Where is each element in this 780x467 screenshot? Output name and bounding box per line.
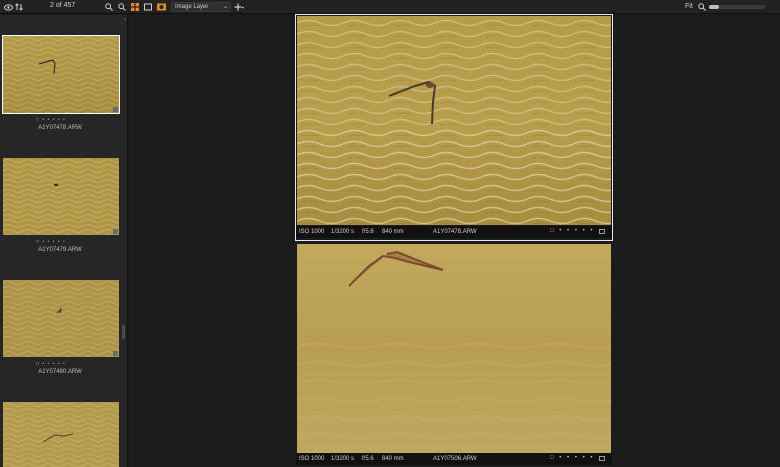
thumbnail-item[interactable]: □ • • • • • A1Y07480.ARW (0, 259, 122, 381)
thumbnail-image[interactable] (3, 158, 119, 235)
zoom-slider-fill (709, 5, 720, 9)
zoom-fit-label[interactable]: Fit (685, 3, 693, 10)
thumbnail-image[interactable] (2, 35, 120, 114)
overlay-grid-icon[interactable] (599, 229, 605, 234)
iso-value: ISO 1000 (299, 229, 325, 235)
viewer-image[interactable] (297, 244, 611, 453)
overlay-grid-icon[interactable] (599, 456, 605, 461)
image-viewer: ISO 1000 1/3200 s f/5.6 840 mm A1Y07478.… (129, 14, 780, 467)
add-layer-icon[interactable] (234, 2, 244, 12)
zoom-icon[interactable] (697, 2, 707, 12)
focal-length-value: 840 mm (382, 229, 404, 235)
layer-select[interactable]: Image Layer ⌄ (171, 2, 231, 12)
thumbnail-image[interactable] (3, 402, 119, 467)
zoom-slider[interactable] (709, 5, 765, 9)
thumbnail-item[interactable]: □ • • • • • A1Y07479.ARW (0, 137, 122, 259)
magnifier-icon[interactable] (104, 2, 114, 12)
image-info-bar: ISO 1000 1/3200 s f/5.6 840 mm A1Y07478.… (296, 226, 612, 238)
image-info-bar: ISO 1000 1/3200 s f/5.6 840 mm A1Y07506.… (296, 453, 612, 465)
grid-view-icon[interactable] (130, 2, 140, 12)
thumbnail-rating[interactable]: □ • • • • • (36, 117, 66, 123)
thumb-badge (113, 107, 118, 112)
shutter-value: 1/3200 s (331, 456, 355, 462)
thumbnail-rating[interactable]: □ • • • • • (36, 239, 66, 245)
sidebar-scrollbar[interactable] (122, 325, 125, 339)
top-toolbar: 2 of 457 Image Layer ⌄ Fit (0, 0, 780, 14)
thumbnail-item[interactable] (0, 381, 122, 467)
filename: A1Y07506.ARW (433, 456, 477, 462)
shutter-value: 1/3200 s (331, 229, 355, 235)
browser-sidebar: ◦ □ • • • • • A1Y07478.ARW □ • • • • • A… (0, 15, 128, 467)
thumb-badge (113, 229, 118, 234)
compare-view-icon[interactable] (156, 2, 166, 12)
focal-length-value: 840 mm (382, 456, 404, 462)
iso-value: ISO 1000 (299, 456, 325, 462)
layer-select-value: Image Layer (175, 4, 209, 10)
aperture-value: f/5.6 (362, 229, 374, 235)
viewer-pane-primary[interactable]: ISO 1000 1/3200 s f/5.6 840 mm A1Y07478.… (295, 14, 613, 241)
chevron-down-icon: ⌄ (222, 4, 228, 10)
thumb-badge (113, 351, 118, 356)
thumbnail-filename: A1Y07479.ARW (38, 247, 82, 253)
thumbnail-rating[interactable]: □ • • • • • (36, 361, 66, 367)
aperture-value: f/5.6 (362, 456, 374, 462)
eye-icon[interactable] (3, 2, 13, 12)
image-counter: 2 of 457 (50, 2, 76, 9)
rating-control[interactable]: □ • • • • • (550, 228, 594, 234)
viewer-image[interactable] (297, 16, 611, 225)
thumbnail-item[interactable]: □ • • • • • A1Y07478.ARW (0, 15, 122, 137)
sort-icon[interactable] (14, 2, 24, 12)
filename: A1Y07478.ARW (433, 229, 477, 235)
single-view-icon[interactable] (143, 2, 153, 12)
thumbnail-filename: A1Y07480.ARW (38, 369, 82, 375)
thumbnail-image[interactable] (3, 280, 119, 357)
thumbnail-filename: A1Y07478.ARW (38, 125, 82, 131)
rating-control[interactable]: □ • • • • • (550, 455, 594, 461)
search-icon[interactable] (117, 2, 127, 12)
viewer-pane-secondary[interactable]: ISO 1000 1/3200 s f/5.6 840 mm A1Y07506.… (296, 243, 612, 467)
